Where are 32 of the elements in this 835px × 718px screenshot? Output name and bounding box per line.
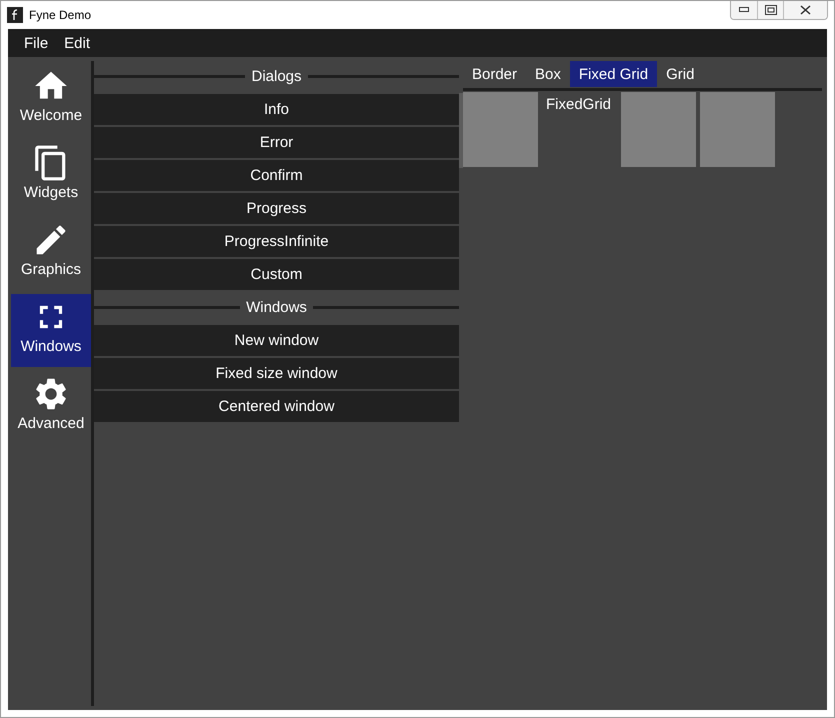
dialog-button[interactable]: ProgressInfinite: [94, 226, 459, 257]
tab[interactable]: Grid: [657, 61, 704, 87]
sidebar-item[interactable]: Windows: [11, 294, 91, 367]
section-heading: Dialogs: [251, 68, 302, 85]
dialog-button[interactable]: Error: [94, 127, 459, 158]
tab[interactable]: Fixed Grid: [570, 61, 658, 87]
window-title: Fyne Demo: [29, 8, 92, 22]
section-heading: Windows: [246, 299, 307, 316]
sidebar-item[interactable]: Widgets: [11, 140, 91, 213]
dialog-button[interactable]: Confirm: [94, 160, 459, 191]
minimize-button[interactable]: [731, 1, 757, 19]
sidebar-item[interactable]: Welcome: [11, 63, 91, 136]
close-button[interactable]: [783, 1, 827, 19]
close-icon: [800, 5, 811, 15]
app-icon: [7, 7, 23, 23]
dialog-button[interactable]: Fixed size window: [94, 358, 459, 389]
sidebar-item[interactable]: Graphics: [11, 217, 91, 290]
scrollbar[interactable]: [459, 93, 463, 168]
sidebar-item[interactable]: Advanced: [11, 371, 91, 444]
menu-item[interactable]: File: [16, 34, 56, 52]
minimize-icon: [739, 7, 749, 13]
dialog-button[interactable]: New window: [94, 325, 459, 356]
grid-label: FixedGrid: [546, 96, 612, 113]
menu-item[interactable]: Edit: [56, 34, 98, 52]
tab[interactable]: Border: [463, 61, 526, 87]
tab[interactable]: Box: [526, 61, 570, 87]
maximize-button[interactable]: [757, 1, 783, 19]
dialog-button[interactable]: Custom: [94, 259, 459, 290]
maximize-icon: [764, 5, 776, 15]
dialog-button[interactable]: Info: [94, 94, 459, 125]
dialog-button[interactable]: Progress: [94, 193, 459, 224]
dialog-button[interactable]: Centered window: [94, 391, 459, 422]
